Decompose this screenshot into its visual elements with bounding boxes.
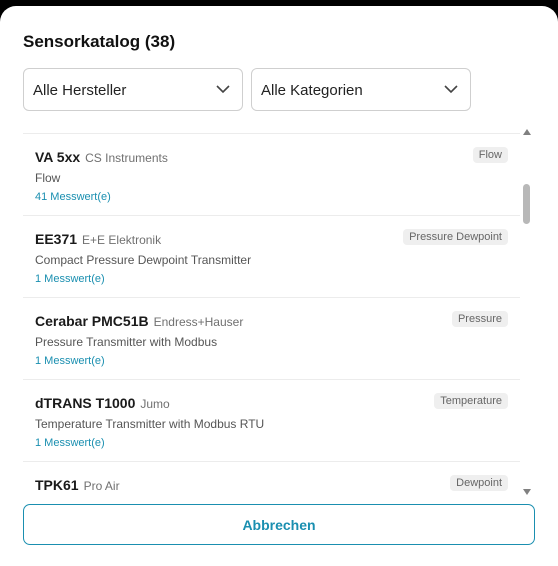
sensor-name: TPK61 Pro Air — [35, 477, 120, 493]
sensor-name: EE371 E+E Elektronik — [35, 231, 162, 247]
sensor-manufacturer: Pro Air — [83, 479, 120, 493]
sensor-name: Cerabar PMC51B Endress+Hauser — [35, 313, 244, 329]
sensor-description: Flow — [35, 171, 61, 185]
sensor-description: Temperature Transmitter with Modbus RTU — [35, 417, 265, 431]
category-select-value: Alle Kategorien — [261, 82, 363, 99]
sensor-list: VA 5xx CS Instruments Flow 41 Messwert(e)… — [23, 133, 520, 495]
cancel-button[interactable]: Abbrechen — [23, 504, 535, 545]
manufacturer-select-value: Alle Hersteller — [33, 82, 127, 99]
sensor-name: VA 5xx CS Instruments — [35, 149, 168, 165]
sensor-name: dTRANS T1000 Jumo — [35, 395, 170, 411]
scrollbar-thumb[interactable] — [523, 184, 530, 224]
sensor-list-item[interactable]: TPK61 Pro Air Dewpoint — [23, 462, 520, 495]
sensor-category-badge: Pressure — [451, 311, 508, 327]
sensor-manufacturer: Endress+Hauser — [153, 315, 244, 329]
sensor-list-item[interactable]: Cerabar PMC51B Endress+Hauser Pressure Tr… — [23, 298, 520, 380]
sensor-category-badge: Temperature — [434, 393, 508, 409]
sensor-category-badge: Flow — [472, 147, 508, 163]
chevron-down-icon — [444, 85, 458, 94]
sensor-manufacturer: Jumo — [140, 397, 170, 411]
scroll-down-arrow-icon[interactable] — [523, 489, 531, 495]
manufacturer-select[interactable]: Alle Hersteller — [23, 68, 243, 111]
sensor-catalog-dialog: Sensorkatalog (38) Alle Hersteller Alle … — [0, 6, 558, 566]
sensor-list-item[interactable]: dTRANS T1000 Jumo Temperature Transmitter… — [23, 380, 520, 462]
sensor-category-badge: Pressure Dewpoint — [403, 229, 508, 245]
sensor-category-badge: Dewpoint — [450, 475, 508, 491]
sensor-measurement-count: 41 Messwert(e) — [35, 191, 111, 203]
chevron-down-icon — [216, 85, 230, 94]
sensor-description: Pressure Transmitter with Modbus — [35, 335, 218, 349]
sensor-description: Compact Pressure Dewpoint Transmitter — [35, 253, 252, 267]
sensor-manufacturer: E+E Elektronik — [82, 233, 162, 247]
category-select[interactable]: Alle Kategorien — [251, 68, 471, 111]
sensor-measurement-count: 1 Messwert(e) — [35, 437, 105, 449]
sensor-list-item[interactable]: EE371 E+E Elektronik Compact Pressure Dew… — [23, 216, 520, 298]
dialog-title: Sensorkatalog (38) — [23, 32, 176, 51]
list-scrollbar[interactable] — [521, 129, 533, 495]
sensor-list-item[interactable]: VA 5xx CS Instruments Flow 41 Messwert(e)… — [23, 134, 520, 216]
sensor-measurement-count: 1 Messwert(e) — [35, 355, 105, 367]
sensor-manufacturer: CS Instruments — [85, 151, 168, 165]
sensor-measurement-count: 1 Messwert(e) — [35, 273, 105, 285]
scroll-up-arrow-icon[interactable] — [523, 129, 531, 135]
